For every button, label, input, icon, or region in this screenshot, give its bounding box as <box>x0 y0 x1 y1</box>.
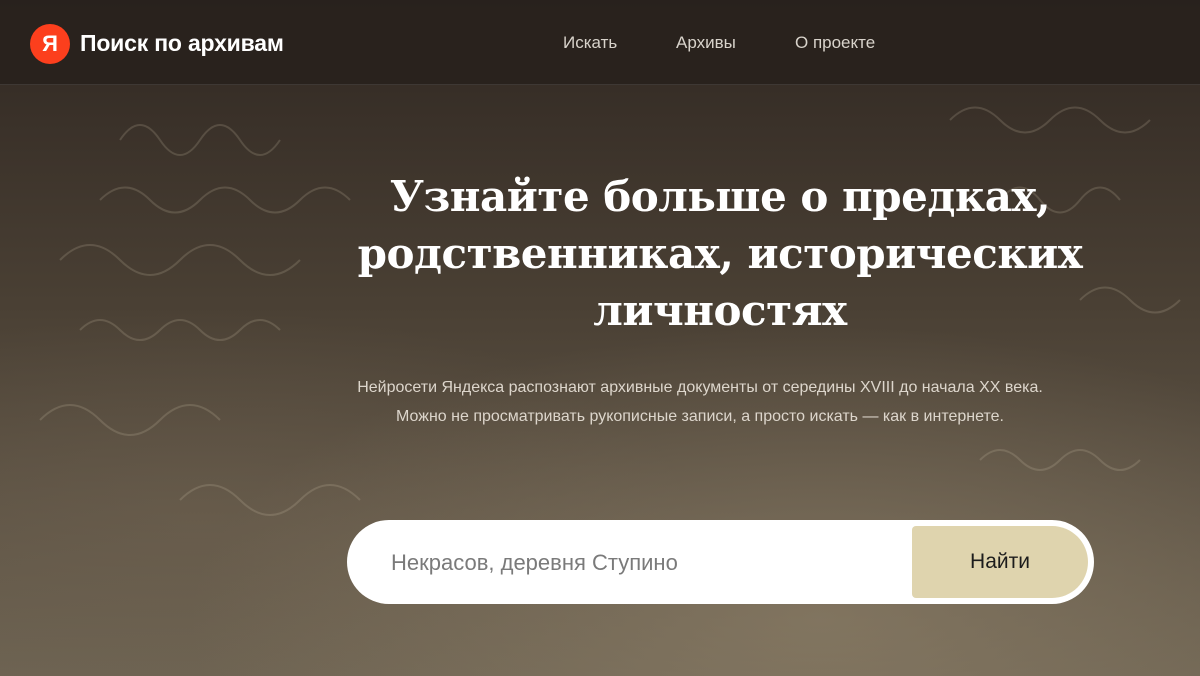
subtitle-line: Можно не просматривать рукописные записи… <box>396 408 1004 425</box>
hero-title-line: Узнайте больше о предках, <box>389 172 1051 221</box>
hero-title: Узнайте больше о предках, родственниках,… <box>320 168 1120 339</box>
yandex-logo-icon[interactable]: Я <box>30 24 70 64</box>
nav-item-search[interactable]: Искать <box>563 33 617 53</box>
search-bar: Найти <box>347 520 1094 606</box>
subtitle-line: Нейросети Яндекса распознают архивные до… <box>357 379 1043 396</box>
nav-item-about[interactable]: О проекте <box>795 33 875 53</box>
search-input[interactable] <box>389 520 903 606</box>
search-button[interactable]: Найти <box>912 526 1088 598</box>
nav-item-archives[interactable]: Архивы <box>676 33 736 53</box>
hero-title-line: личностях <box>593 286 847 335</box>
hero-subtitle: Нейросети Яндекса распознают архивные до… <box>300 373 1100 431</box>
header: Я Поиск по архивам Искать Архивы О проек… <box>0 0 1200 85</box>
site-title[interactable]: Поиск по архивам <box>80 30 284 57</box>
hero-title-line: родственниках, исторических <box>357 229 1083 278</box>
